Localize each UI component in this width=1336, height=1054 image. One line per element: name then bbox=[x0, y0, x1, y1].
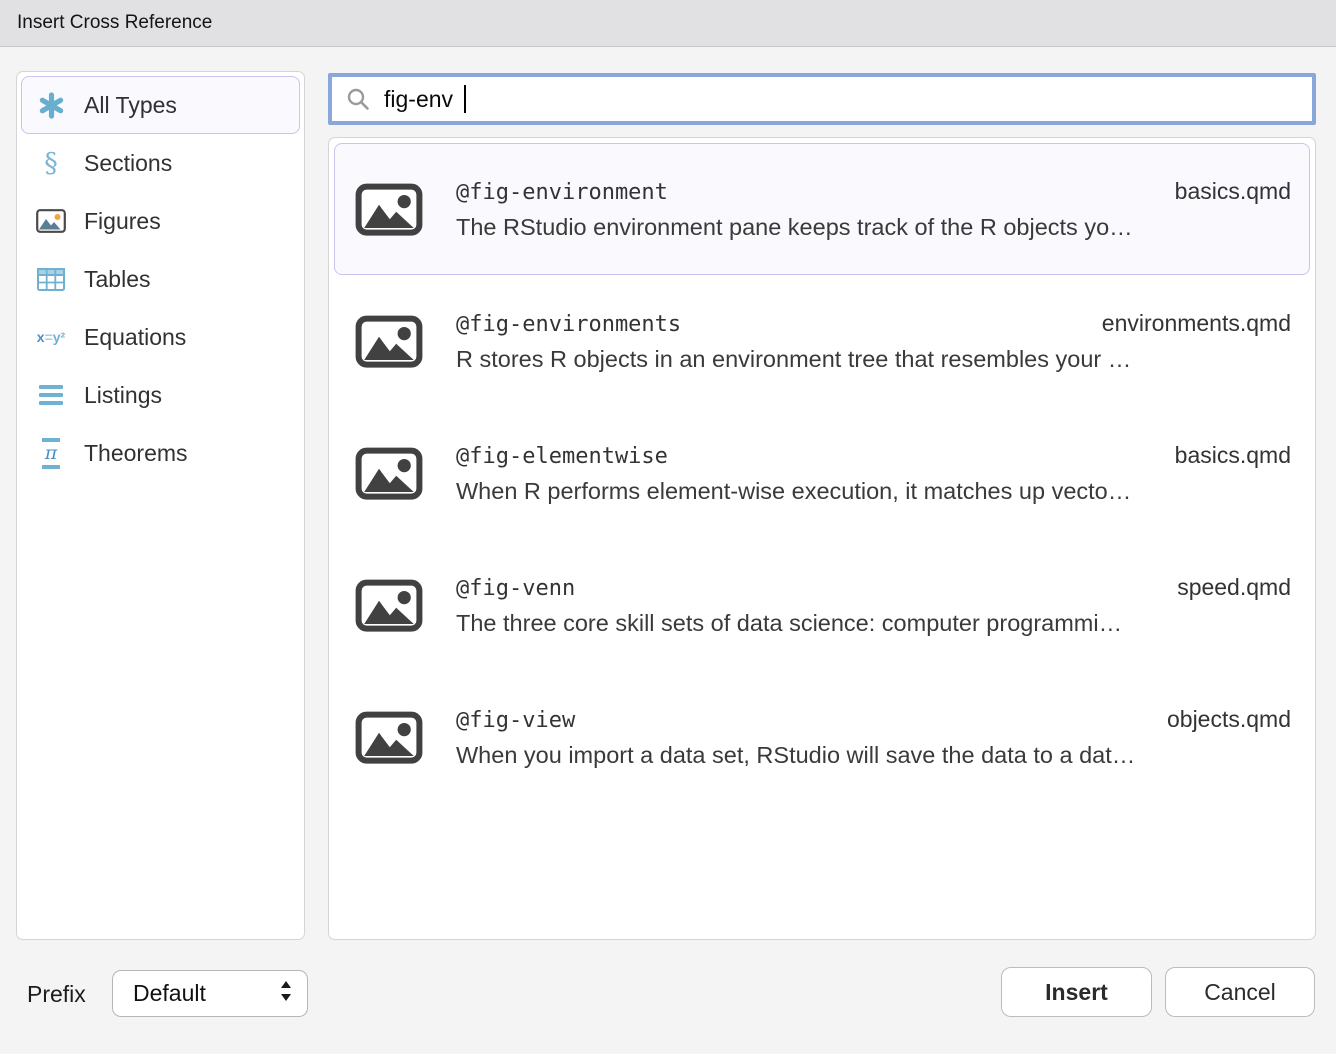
listing-icon bbox=[35, 385, 67, 405]
result-description: The RStudio environment pane keeps track… bbox=[456, 214, 1291, 241]
image-icon bbox=[355, 314, 423, 369]
image-icon bbox=[355, 578, 423, 633]
result-item[interactable]: @fig-elementwise basics.qmd When R perform… bbox=[334, 407, 1310, 539]
dialog-titlebar: Insert Cross Reference bbox=[0, 0, 1336, 47]
dialog-title: Insert Cross Reference bbox=[17, 12, 212, 34]
result-item[interactable]: @fig-environment basics.qmd The RStudio en… bbox=[334, 143, 1310, 275]
result-filename: speed.qmd bbox=[1177, 574, 1291, 601]
prefix-select[interactable]: Default bbox=[112, 970, 308, 1017]
text-caret bbox=[464, 85, 466, 113]
sidebar-item-listings[interactable]: Listings bbox=[21, 366, 300, 424]
asterisk-icon bbox=[35, 92, 67, 119]
result-reference-id: @fig-environment bbox=[456, 180, 668, 205]
result-description: The three core skill sets of data scienc… bbox=[456, 610, 1291, 637]
sidebar-item-label: Listings bbox=[84, 382, 162, 409]
sidebar-item-label: Tables bbox=[84, 266, 150, 293]
results-list: @fig-environment basics.qmd The RStudio en… bbox=[328, 137, 1316, 940]
sidebar-item-figures[interactable]: Figures bbox=[21, 192, 300, 250]
search-value: fig-env bbox=[384, 86, 453, 113]
result-description: When R performs element-wise execution, … bbox=[456, 478, 1291, 505]
result-reference-id: @fig-elementwise bbox=[456, 444, 668, 469]
sidebar-item-sections[interactable]: § Sections bbox=[21, 134, 300, 192]
sidebar-item-tables[interactable]: Tables bbox=[21, 250, 300, 308]
result-filename: basics.qmd bbox=[1175, 442, 1291, 469]
sidebar-item-label: Sections bbox=[84, 150, 172, 177]
result-item[interactable]: @fig-venn speed.qmd The three core skill s… bbox=[334, 539, 1310, 671]
type-filter-sidebar: All Types § Sections Figures Tables x=y² Equat… bbox=[16, 71, 305, 940]
search-icon bbox=[342, 86, 374, 112]
cancel-button[interactable]: Cancel bbox=[1165, 967, 1315, 1017]
insert-button[interactable]: Insert bbox=[1001, 967, 1152, 1017]
sidebar-item-all-types[interactable]: All Types bbox=[21, 76, 300, 134]
prefix-select-value: Default bbox=[133, 980, 206, 1007]
prefix-label: Prefix bbox=[27, 981, 86, 1008]
result-filename: objects.qmd bbox=[1167, 706, 1291, 733]
equation-icon: x=y² bbox=[35, 330, 67, 344]
image-icon bbox=[355, 182, 423, 237]
insert-cross-reference-dialog: Insert Cross Reference All Types § Section… bbox=[0, 0, 1336, 1054]
sidebar-item-label: Equations bbox=[84, 324, 186, 351]
sidebar-item-label: Figures bbox=[84, 208, 161, 235]
select-arrows-icon bbox=[279, 979, 293, 1009]
image-icon bbox=[355, 710, 423, 765]
search-input[interactable]: fig-env bbox=[328, 73, 1316, 125]
result-reference-id: @fig-view bbox=[456, 708, 575, 733]
section-icon: § bbox=[35, 150, 67, 177]
result-description: When you import a data set, RStudio will… bbox=[456, 742, 1291, 769]
result-item[interactable]: @fig-environments environments.qmd R store… bbox=[334, 275, 1310, 407]
sidebar-item-label: Theorems bbox=[84, 440, 188, 467]
result-filename: environments.qmd bbox=[1102, 310, 1291, 337]
sidebar-item-equations[interactable]: x=y² Equations bbox=[21, 308, 300, 366]
table-icon bbox=[35, 268, 67, 291]
image-icon bbox=[355, 446, 423, 501]
figure-icon bbox=[35, 209, 67, 233]
result-description: R stores R objects in an environment tre… bbox=[456, 346, 1291, 373]
theorem-icon: π bbox=[35, 438, 67, 469]
result-reference-id: @fig-venn bbox=[456, 576, 575, 601]
sidebar-item-label: All Types bbox=[84, 92, 177, 119]
result-item[interactable]: @fig-view objects.qmd When you import a da… bbox=[334, 671, 1310, 803]
sidebar-item-theorems[interactable]: π Theorems bbox=[21, 424, 300, 482]
result-filename: basics.qmd bbox=[1175, 178, 1291, 205]
result-reference-id: @fig-environments bbox=[456, 312, 681, 337]
